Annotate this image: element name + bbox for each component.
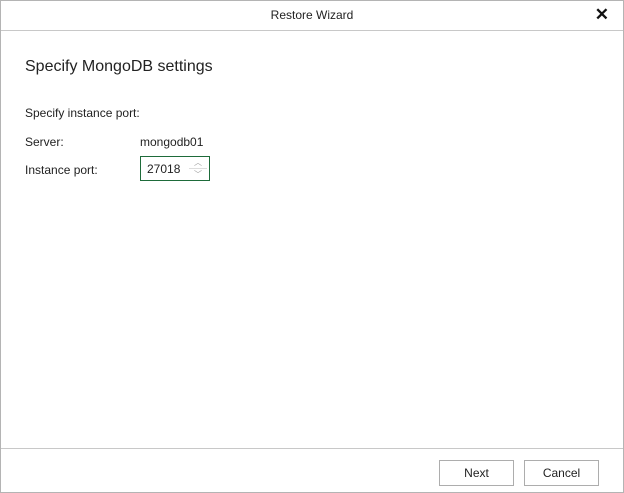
cancel-button[interactable]: Cancel — [524, 460, 599, 486]
chevron-up-icon[interactable]: ︿ — [189, 157, 207, 169]
window-title: Restore Wizard — [270, 8, 354, 22]
instruction-text: Specify instance port: — [25, 106, 140, 120]
instance-port-label: Instance port: — [25, 163, 98, 177]
restore-wizard-window: Restore Wizard ✕ Specify MongoDB setting… — [0, 0, 624, 493]
server-value: mongodb01 — [140, 135, 204, 149]
instance-port-input[interactable]: 27018 — [147, 162, 180, 176]
server-label: Server: — [25, 135, 64, 149]
close-icon[interactable]: ✕ — [595, 5, 609, 25]
chevron-down-icon[interactable]: ﹀ — [189, 169, 207, 180]
title-bar: Restore Wizard ✕ — [1, 1, 623, 31]
footer: Next Cancel — [1, 448, 623, 493]
next-button[interactable]: Next — [439, 460, 514, 486]
instance-port-stepper[interactable]: 27018 ︿ ﹀ — [140, 156, 210, 181]
page-title: Specify MongoDB settings — [25, 58, 213, 75]
